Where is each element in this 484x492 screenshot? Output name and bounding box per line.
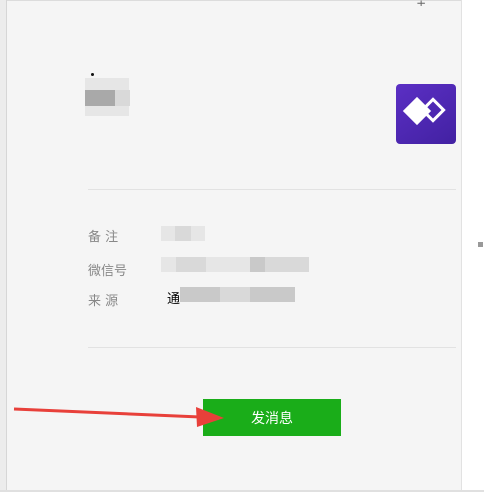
arrow-head	[196, 407, 224, 427]
arrow-shaft	[13, 407, 201, 419]
annotation-arrow	[13, 407, 224, 427]
